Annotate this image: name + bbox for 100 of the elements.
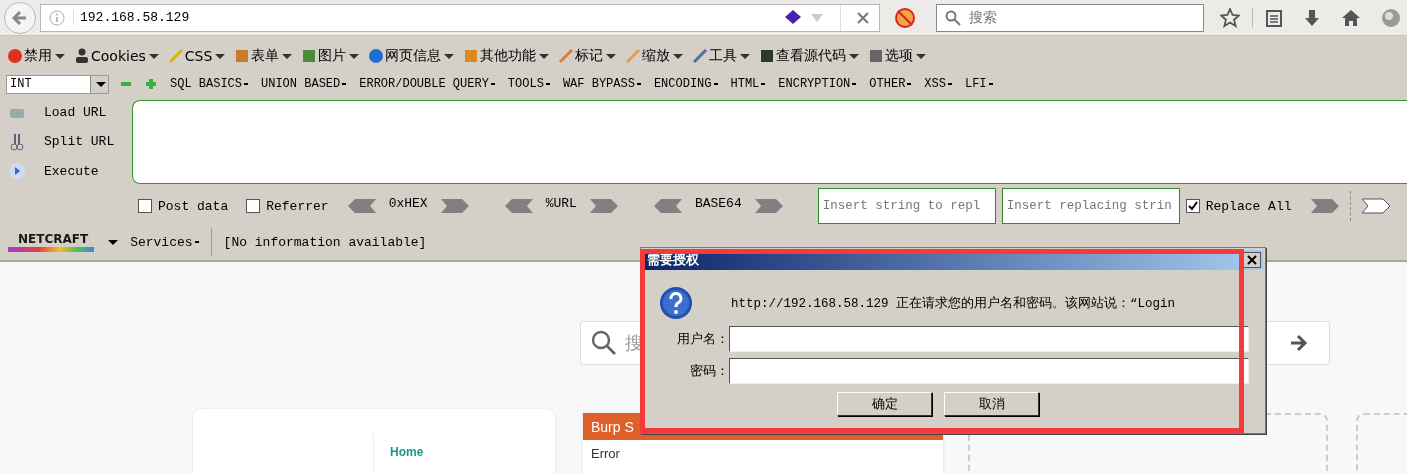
replace-field[interactable]: Insert replacing strin (1001, 188, 1180, 224)
toolbar-menu[interactable]: 标记 (558, 47, 617, 65)
nav-link[interactable]: Home (390, 445, 424, 459)
search-icon (591, 330, 617, 356)
hackbar-menu[interactable]: SQL BASICS (170, 77, 248, 91)
replace-all-checkbox[interactable]: Replace All (1185, 198, 1292, 214)
dialog-button[interactable]: 取消 (944, 392, 1039, 416)
info-icon (368, 48, 385, 64)
caret-icon (215, 53, 226, 59)
hackbar-menu[interactable]: ENCRYPTION (778, 77, 857, 91)
caret-icon (740, 53, 751, 59)
scissors-icon (8, 133, 26, 151)
clipboard-icon (234, 48, 251, 64)
home-icon[interactable] (1341, 7, 1361, 28)
toolbar-menu[interactable]: Cookies (74, 48, 159, 64)
netcraft-logo[interactable]: NETCRAFT (8, 232, 95, 252)
toolbar-menu[interactable]: 缩放 (625, 47, 684, 65)
caret-icon (95, 81, 106, 87)
post-data-checkbox[interactable]: Post data (138, 198, 229, 214)
encode-arrow-icon[interactable] (503, 198, 534, 214)
checkmark-icon (1186, 200, 1199, 212)
input-field[interactable] (729, 326, 1249, 352)
arrow-icon[interactable] (1360, 198, 1391, 214)
toolbar-menu[interactable]: 表单 (234, 47, 293, 65)
select-field[interactable]: INT (6, 74, 109, 94)
field-label: 用户名： (676, 330, 729, 348)
image-icon (301, 48, 318, 64)
caret-icon (606, 53, 617, 59)
back-arrow-icon (11, 8, 29, 27)
dialog-button[interactable]: 确定 (837, 392, 932, 416)
list-icon[interactable] (1265, 7, 1283, 28)
hackbar-menu[interactable]: XSS (924, 77, 952, 91)
caret-icon (539, 53, 550, 59)
address-bar[interactable]: 192.168.58.129 (40, 3, 880, 32)
hackbar-menu[interactable]: OTHER (869, 77, 912, 91)
services-menu[interactable]: Services (130, 234, 199, 250)
hackbar-action[interactable]: Split URL (8, 133, 132, 151)
site-info: [No information available] (223, 234, 427, 250)
back-button[interactable] (4, 1, 36, 34)
toolbar-menu[interactable]: 其他功能 (463, 47, 550, 65)
toolbar-menu[interactable]: 禁用 (7, 47, 65, 65)
encode-arrow-icon[interactable] (346, 198, 377, 214)
caret-icon (55, 53, 65, 59)
decode-arrow-icon[interactable] (439, 198, 470, 214)
panel-text: Error (590, 445, 621, 463)
download-icon[interactable] (1303, 7, 1321, 28)
caret-icon[interactable] (108, 239, 119, 245)
caret-icon (282, 53, 293, 59)
decode-arrow-icon[interactable] (588, 198, 619, 214)
caret-icon (349, 53, 360, 59)
toolbar-menu[interactable]: 查看源代码 (759, 47, 860, 65)
hackbar-menu[interactable]: TOOLS (507, 77, 550, 91)
hackbar-menu[interactable]: HTML (730, 77, 766, 91)
person-icon (74, 48, 90, 64)
close-icon[interactable] (857, 11, 869, 24)
toolbar-menu[interactable]: 选项 (868, 47, 927, 65)
toolbar-menu[interactable]: 网页信息 (368, 47, 455, 65)
caret-icon (916, 53, 927, 59)
referrer-checkbox[interactable]: Referrer (246, 198, 329, 214)
encoder-label: BASE64 (694, 195, 742, 211)
terminal-icon (759, 48, 776, 64)
hackbar-menu[interactable]: UNION BASED (261, 77, 347, 91)
panel-title: Burp S (591, 418, 634, 435)
search-icon (945, 9, 961, 26)
star-icon[interactable] (1220, 7, 1240, 28)
caret-icon (444, 53, 455, 59)
caret-icon (849, 53, 860, 59)
caret-icon (673, 53, 684, 59)
layers-icon[interactable] (784, 8, 802, 27)
dialog-message: http://192.168.58.129 正在请求您的用户名和密码。该网站说：“Login (731, 295, 1176, 312)
decode-arrow-icon[interactable] (753, 198, 784, 214)
encoder-label: 0xHEX (388, 195, 428, 211)
hackbar-action[interactable]: Load URL (8, 103, 132, 122)
no-entry-icon (7, 48, 23, 64)
info-icon (49, 9, 65, 26)
find-field[interactable]: Insert string to repl (817, 188, 996, 224)
hackbar-menu[interactable]: ENCODING (653, 77, 718, 91)
question-icon (659, 286, 693, 320)
caret-icon (148, 53, 159, 59)
play-icon (8, 162, 26, 181)
url-text: 192.168.58.129 (73, 10, 776, 25)
search-field[interactable]: 搜索 (936, 3, 1204, 32)
hackbar-menu[interactable]: ERROR/DOUBLE QUERY (359, 77, 495, 91)
hackbar-menu[interactable]: LFI (964, 77, 993, 91)
blocked-icon[interactable] (894, 6, 916, 29)
input-field[interactable] (729, 358, 1249, 384)
globe-icon[interactable] (1381, 7, 1401, 28)
toolbar-menu[interactable]: CSS (167, 48, 226, 64)
arrow-right-icon (1289, 334, 1309, 352)
close-icon (1247, 255, 1257, 265)
encode-arrow-icon[interactable] (652, 198, 683, 214)
dialog-title: 需要授权 (646, 251, 699, 269)
encoder-label: %URL (545, 195, 577, 211)
field-label: 密码： (689, 362, 729, 380)
hackbar-menu[interactable]: WAF BYPASS (562, 77, 641, 91)
toolbar-menu[interactable]: 图片 (301, 47, 360, 65)
hackbar-action[interactable]: Execute (8, 162, 132, 181)
url-textarea[interactable] (132, 100, 1407, 184)
search-placeholder: 搜索 (969, 8, 997, 27)
toolbar-menu[interactable]: 工具 (692, 47, 751, 65)
